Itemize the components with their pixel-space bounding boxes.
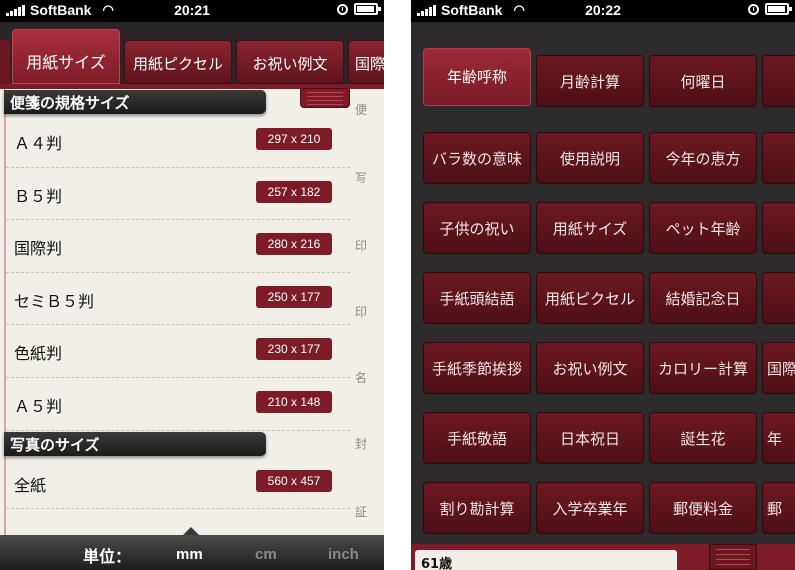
paper-name: Ａ４判	[14, 134, 63, 153]
tab-celebration-text[interactable]: お祝い例文	[236, 40, 344, 84]
menu-button[interactable]: バラ数の意味	[423, 132, 531, 184]
tab-paper-size[interactable]: 用紙サイズ	[12, 29, 120, 84]
size-badge: 250 x 177	[256, 285, 332, 308]
bottom-result-strip: 61歳	[411, 544, 795, 570]
menu-button[interactable]: 入学卒業年	[536, 482, 644, 534]
paper-name: 国際判	[14, 239, 63, 259]
status-indicators	[748, 3, 792, 15]
paper-name: Ａ５判	[14, 397, 63, 416]
list-item[interactable]: Ｂ５判 257 x 182	[6, 168, 350, 221]
battery-icon	[354, 3, 381, 15]
menu-button[interactable]: 月齢計算	[536, 55, 644, 107]
menu-button[interactable]: 今年の恵方	[649, 132, 757, 184]
size-badge: 257 x 182	[256, 180, 332, 203]
tab-paper-pixel[interactable]: 用紙ピクセル	[124, 40, 232, 84]
result-field: 61歳	[415, 550, 677, 570]
menu-button[interactable]	[762, 202, 795, 254]
menu-button[interactable]: 手紙敬語	[423, 412, 531, 464]
list-item[interactable]: Ａ５判 210 x 148	[6, 378, 350, 431]
index-char[interactable]: 名	[355, 369, 367, 386]
menu-button[interactable]: 郵便料金	[649, 482, 757, 534]
battery-icon	[765, 3, 792, 15]
tab-international[interactable]: 国際	[348, 40, 384, 84]
index-char[interactable]: 印	[355, 237, 367, 254]
right-phone-screen: SoftBank ◠ 20:22 年齢呼称 月齢計算 何曜日バラ数の意味 使用説明 今年…	[411, 0, 795, 570]
status-time: 20:21	[174, 2, 210, 18]
unit-pointer-icon	[183, 527, 199, 535]
section-header: 写真のサイズ	[4, 431, 266, 456]
menu-button[interactable]: 国際	[762, 342, 795, 394]
size-badge: 297 x 210	[256, 128, 332, 150]
size-badge: 210 x 148	[256, 391, 332, 413]
menu-button[interactable]: 手紙頭結語	[423, 272, 531, 324]
menu-button[interactable]: 用紙ピクセル	[536, 272, 644, 324]
index-char[interactable]: 便	[355, 101, 367, 118]
menu-grid: 年齢呼称 月齢計算 何曜日バラ数の意味 使用説明 今年の恵方子供の祝い 用紙サイズ ペット年…	[411, 22, 795, 542]
result-grip-handle[interactable]	[709, 544, 757, 570]
paper-name: 色紙判	[14, 344, 63, 364]
menu-button[interactable]	[762, 132, 795, 184]
menu-button[interactable]: 使用説明	[536, 132, 644, 184]
menu-button[interactable]: 子供の祝い	[423, 202, 531, 254]
left-phone-screen: SoftBank ◠ 20:21 用紙サイズ 用紙ピクセル お祝い例文 国際 便…	[0, 0, 384, 570]
tab-bar: 用紙サイズ 用紙ピクセル お祝い例文 国際	[0, 22, 384, 84]
size-badge: 230 x 177	[256, 338, 332, 361]
paper-name: 全紙	[14, 475, 47, 495]
list-grip-handle[interactable]	[300, 88, 350, 108]
list-item[interactable]: セミＢ５判 250 x 177	[6, 273, 350, 326]
list-item[interactable]: Ａ４判 297 x 210	[6, 115, 350, 168]
menu-button[interactable]: 用紙サイズ	[536, 202, 644, 254]
unit-label: 単位：	[83, 547, 132, 566]
index-char[interactable]: 封	[355, 435, 367, 452]
unit-selector-bar: 単位： mm cm inch	[0, 527, 384, 570]
alarm-clock-icon	[748, 3, 759, 15]
tab-previous-edge[interactable]	[0, 40, 10, 84]
section-index-bar[interactable]: 便写印印名封証	[350, 89, 384, 535]
size-badge: 560 x 457	[256, 469, 332, 492]
unit-cm-option[interactable]: cm	[255, 546, 277, 563]
menu-button[interactable]: 日本祝日	[536, 412, 644, 464]
status-indicators	[337, 3, 381, 15]
alarm-clock-icon	[337, 3, 348, 15]
menu-button[interactable]: お祝い例文	[536, 342, 644, 394]
section-header: 便箋の規格サイズ	[4, 90, 266, 114]
menu-button[interactable]: 結婚記念日	[649, 272, 757, 324]
menu-button[interactable]: 何曜日	[649, 55, 757, 107]
list-item[interactable]: 全紙 560 x 457	[6, 457, 350, 510]
size-badge: 280 x 216	[256, 233, 332, 256]
status-bar: SoftBank ◠ 20:22	[411, 0, 795, 22]
list-item[interactable]: 色紙判 230 x 177	[6, 325, 350, 378]
menu-button[interactable]: 年	[762, 412, 795, 464]
status-time: 20:22	[585, 2, 621, 18]
menu-button[interactable]	[762, 272, 795, 324]
paper-name: セミＢ５判	[14, 291, 95, 311]
paper-size-list[interactable]: 便箋の規格サイズ Ａ４判 297 x 210 Ｂ５判 257 x 182 国際判 280 x…	[0, 89, 350, 535]
unit-inch-option[interactable]: inch	[328, 546, 359, 563]
menu-button[interactable]: ペット年齢	[649, 202, 757, 254]
list-item[interactable]: 国際判 280 x 216	[6, 220, 350, 273]
unit-mm-option[interactable]: mm	[176, 546, 203, 563]
status-bar: SoftBank ◠ 20:21	[0, 0, 384, 22]
index-char[interactable]: 印	[355, 303, 367, 320]
paper-name: Ｂ５判	[14, 186, 63, 206]
menu-button[interactable]	[762, 55, 795, 107]
menu-button[interactable]: 手紙季節挨拶	[423, 342, 531, 394]
index-char[interactable]: 写	[355, 169, 367, 186]
menu-button[interactable]: 年齢呼称	[423, 48, 531, 106]
menu-button[interactable]: 誕生花	[649, 412, 757, 464]
index-char[interactable]: 証	[355, 503, 367, 520]
menu-button[interactable]: 割り勘計算	[423, 482, 531, 534]
menu-button[interactable]: 郵	[762, 482, 795, 534]
menu-button[interactable]: カロリー計算	[649, 342, 757, 394]
